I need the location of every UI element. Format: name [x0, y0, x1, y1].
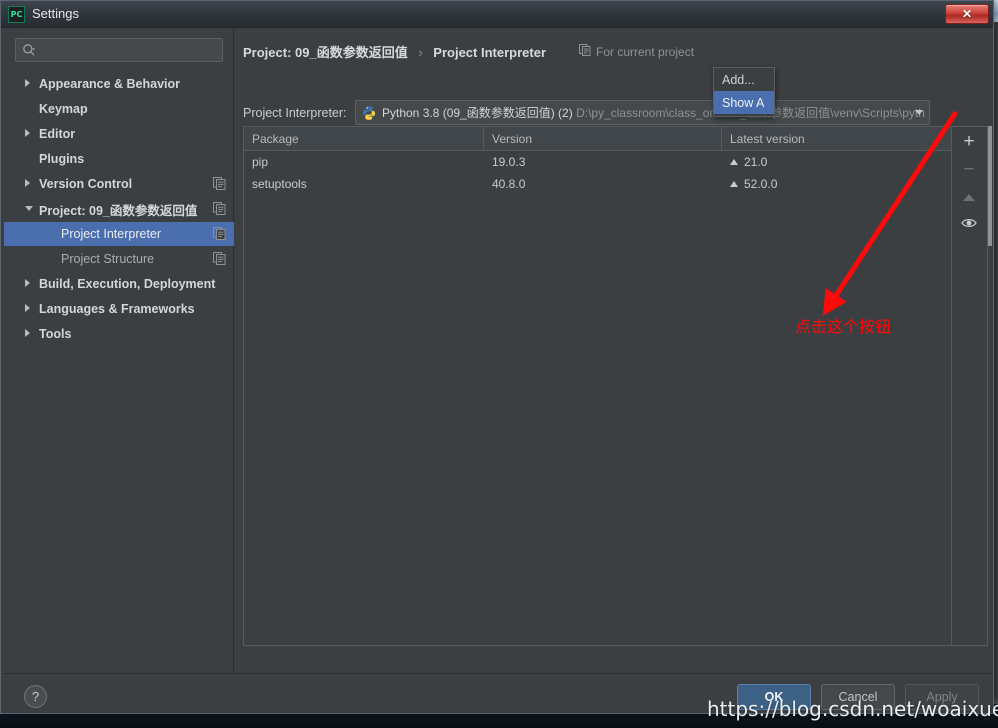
upgrade-package-button[interactable]: [952, 183, 986, 211]
upgrade-available-icon: [730, 159, 738, 165]
chevron-down-icon[interactable]: [915, 110, 923, 115]
sidebar-item-label: Plugins: [39, 152, 85, 166]
sidebar-item-label: Project Interpreter: [61, 227, 162, 241]
sidebar-item-label: Project: 09_函数参数返回值: [39, 203, 198, 218]
sidebar-item-label: Keymap: [39, 102, 88, 116]
chevron-right-icon[interactable]: [25, 79, 30, 87]
watermark: https://blog.csdn.net/woaixuexi9339: [707, 697, 998, 721]
copy-icon[interactable]: [213, 177, 226, 190]
add-package-button[interactable]: +: [952, 127, 986, 155]
breadcrumb: Project: 09_函数参数返回值 › Project Interprete…: [243, 42, 546, 61]
sidebar-item-5[interactable]: Project: 09_函数参数返回值: [4, 197, 234, 221]
annotation-label: 点击这个按钮: [795, 317, 892, 336]
scope-note-label: For current project: [596, 44, 695, 59]
scrollbar-thumb[interactable]: [988, 126, 992, 246]
packages-table-body: pip 19.0.3 21.0 setuptools 40.8.0 52.0.0: [244, 151, 951, 195]
python-venv-icon: [361, 105, 377, 121]
sidebar-item-label: Languages & Frameworks: [39, 302, 195, 316]
packages-table: Package Version Latest version pip 19.0.3…: [243, 126, 952, 646]
packages-table-header: Package Version Latest version: [244, 127, 951, 151]
remove-package-button[interactable]: −: [952, 155, 986, 183]
sidebar-item-7[interactable]: Project Structure: [4, 247, 234, 271]
sidebar-item-0[interactable]: Appearance & Behavior: [4, 72, 234, 96]
sidebar-item-1[interactable]: Keymap: [4, 97, 234, 121]
sidebar-item-9[interactable]: Languages & Frameworks: [4, 297, 234, 321]
packages-scrollbar[interactable]: [988, 126, 992, 646]
sidebar-item-label: Build, Execution, Deployment: [39, 277, 216, 291]
pycharm-icon: PC: [8, 6, 25, 23]
interpreter-value: Python 3.8 (09_函数参数返回值) (2) D:\py_classr…: [382, 104, 925, 121]
eye-icon: [961, 216, 977, 234]
sidebar-item-4[interactable]: Version Control: [4, 172, 234, 196]
cell-version: 40.8.0: [492, 177, 526, 191]
plus-icon: +: [963, 130, 975, 152]
interpreter-label: Project Interpreter:: [243, 106, 347, 120]
sidebar-item-label: Appearance & Behavior: [39, 77, 181, 91]
dialog-title: Settings: [32, 6, 79, 21]
latest-version-text: 21.0: [744, 155, 768, 169]
close-button[interactable]: ✕: [945, 4, 989, 24]
settings-sidebar: Appearance & Behavior Keymap Editor Plugins…: [4, 29, 234, 673]
minus-icon: −: [963, 158, 975, 180]
sidebar-item-3[interactable]: Plugins: [4, 147, 234, 171]
settings-content-panel: Project: 09_函数参数返回值 › Project Interprete…: [235, 29, 992, 673]
sidebar-item-8[interactable]: Build, Execution, Deployment: [4, 272, 234, 296]
sidebar-item-6[interactable]: Project Interpreter: [4, 222, 234, 246]
menu-item-show-all[interactable]: Show A: [714, 91, 774, 114]
chevron-right-icon[interactable]: [25, 329, 30, 337]
sidebar-item-10[interactable]: Tools: [4, 322, 234, 346]
column-header-package[interactable]: Package: [244, 127, 484, 150]
sidebar-item-label: Tools: [39, 327, 72, 341]
breadcrumb-separator: ›: [418, 45, 423, 60]
dialog-titlebar: PC Settings ✕: [1, 1, 993, 28]
help-button[interactable]: ?: [24, 685, 47, 708]
chevron-right-icon[interactable]: [25, 304, 30, 312]
cell-package: setuptools: [252, 177, 307, 191]
chevron-right-icon[interactable]: [25, 179, 30, 187]
question-mark-icon: ?: [31, 689, 40, 704]
copy-icon[interactable]: [213, 202, 226, 215]
sidebar-item-label: Editor: [39, 127, 76, 141]
sidebar-item-label: Version Control: [39, 177, 133, 191]
settings-dialog: PC Settings ✕ Appearance & Behavior Keyma…: [0, 0, 994, 714]
copy-icon: [579, 44, 591, 59]
sidebar-item-2[interactable]: Editor: [4, 122, 234, 146]
show-early-releases-button[interactable]: [952, 211, 986, 239]
interpreter-dropdown-menu: Add... Show A: [713, 67, 775, 117]
sidebar-item-label: Project Structure: [61, 252, 155, 266]
search-box[interactable]: [15, 38, 223, 62]
search-icon: [22, 43, 36, 57]
column-header-latest-version[interactable]: Latest version: [722, 127, 951, 150]
chevron-right-icon[interactable]: [25, 279, 30, 287]
copy-icon[interactable]: [213, 227, 226, 240]
close-icon: ✕: [961, 7, 973, 21]
packages-toolbar: + −: [952, 126, 988, 646]
cell-latest-version: 21.0: [722, 151, 951, 173]
search-container: [15, 38, 223, 62]
table-row[interactable]: setuptools 40.8.0 52.0.0: [244, 173, 951, 195]
upgrade-available-icon: [730, 181, 738, 187]
interpreter-combobox[interactable]: Python 3.8 (09_函数参数返回值) (2) D:\py_classr…: [355, 100, 930, 125]
latest-version-text: 52.0.0: [744, 177, 778, 191]
breadcrumb-current: Project Interpreter: [433, 45, 546, 60]
copy-icon[interactable]: [213, 252, 226, 265]
chevron-down-icon[interactable]: [25, 206, 33, 211]
scope-note: For current project: [579, 44, 694, 59]
interpreter-name: Python 3.8 (09_函数参数返回值) (2): [382, 106, 573, 120]
cell-package: pip: [252, 155, 269, 169]
menu-item-add[interactable]: Add...: [714, 68, 774, 91]
cell-latest-version: 52.0.0: [722, 173, 951, 195]
breadcrumb-parent[interactable]: Project: 09_函数参数返回值: [243, 45, 408, 60]
search-input[interactable]: [40, 39, 218, 61]
up-arrow-icon: [963, 193, 975, 201]
table-row[interactable]: pip 19.0.3 21.0: [244, 151, 951, 173]
cell-version: 19.0.3: [492, 155, 526, 169]
column-header-version[interactable]: Version: [484, 127, 722, 150]
chevron-right-icon[interactable]: [25, 129, 30, 137]
